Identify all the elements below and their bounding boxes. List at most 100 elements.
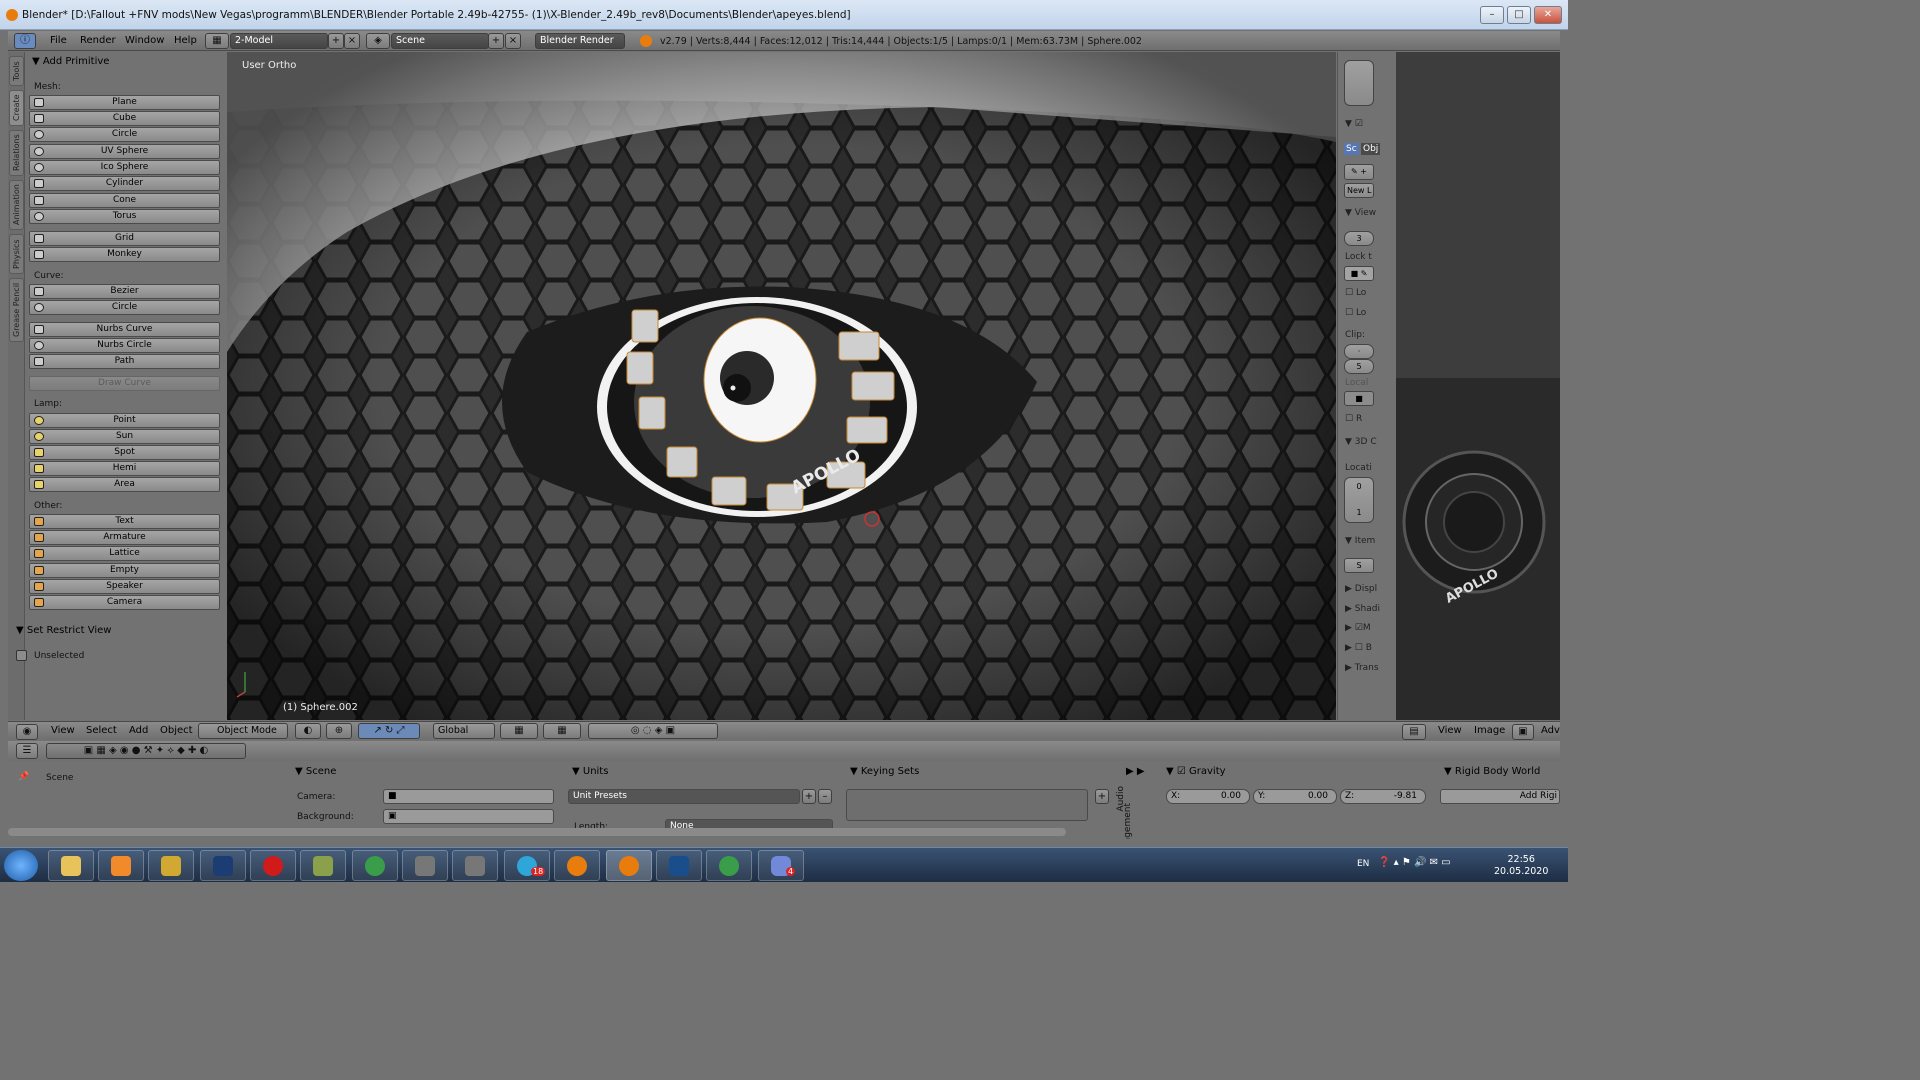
add-speaker-button[interactable]: Speaker bbox=[29, 579, 220, 594]
add-path-button[interactable]: Path bbox=[29, 354, 220, 369]
add-lattice-button[interactable]: Lattice bbox=[29, 546, 220, 561]
image-menu-view[interactable]: View bbox=[1438, 725, 1462, 736]
pin-icon[interactable]: 📌 bbox=[18, 772, 29, 782]
clip-end-field[interactable]: 5 bbox=[1344, 359, 1374, 374]
blender-task[interactable] bbox=[554, 850, 600, 881]
clip-start-field[interactable]: · bbox=[1344, 344, 1374, 359]
add-spot-lamp-button[interactable]: Spot bbox=[29, 445, 220, 460]
add-point-lamp-button[interactable]: Point bbox=[29, 413, 220, 428]
orientation-select[interactable]: Global bbox=[433, 723, 495, 739]
tray-icons[interactable]: ❓ ▴ ⚑ 🔊 ✉ ▭ bbox=[1378, 857, 1451, 868]
shading-icon[interactable]: ◐ bbox=[295, 723, 321, 739]
telegram-task[interactable] bbox=[504, 850, 550, 881]
camera-field[interactable]: ■ bbox=[383, 789, 554, 804]
clock[interactable]: 22:56 20.05.2020 bbox=[1494, 854, 1548, 878]
restrict-view-header[interactable]: ▼ Set Restrict View bbox=[16, 625, 111, 636]
menu-help[interactable]: Help bbox=[174, 35, 197, 46]
menu-view[interactable]: View bbox=[51, 725, 75, 736]
add-nurbs-curve-button[interactable]: Nurbs Curve bbox=[29, 322, 220, 337]
add-bezier-button[interactable]: Bezier bbox=[29, 284, 220, 299]
unit-presets-select[interactable]: Unit Presets bbox=[568, 789, 800, 804]
shading-section[interactable]: ▶ Shadi bbox=[1345, 604, 1380, 614]
media-player-task[interactable] bbox=[98, 850, 144, 881]
tab-tools[interactable]: Tools bbox=[9, 56, 24, 86]
unselected-checkbox[interactable] bbox=[16, 650, 27, 661]
item-section[interactable]: ▼ Item bbox=[1345, 536, 1375, 546]
keying-sets-header[interactable]: ▼ Keying Sets bbox=[850, 766, 919, 777]
layout-add-icon[interactable]: + bbox=[328, 33, 344, 49]
image-browse-icon[interactable]: ▣ bbox=[1512, 724, 1534, 740]
display-section[interactable]: ▶ Displ bbox=[1345, 584, 1377, 594]
draw-icon[interactable]: ✎ + bbox=[1344, 164, 1374, 180]
local-camera-field[interactable]: ■ bbox=[1344, 391, 1374, 406]
object-toggle[interactable]: Obj bbox=[1361, 143, 1381, 155]
add-rigid-body-button[interactable]: Add Rigi bbox=[1440, 789, 1560, 804]
scene-toggle[interactable]: Sc bbox=[1344, 143, 1359, 155]
scene-add-icon[interactable]: + bbox=[488, 33, 504, 49]
minimize-button[interactable]: – bbox=[1480, 6, 1504, 24]
add-sun-lamp-button[interactable]: Sun bbox=[29, 429, 220, 444]
explorer-task[interactable] bbox=[48, 850, 94, 881]
add-uv-sphere-button[interactable]: UV Sphere bbox=[29, 144, 220, 159]
layers-icon[interactable]: ▦ bbox=[500, 723, 538, 739]
lock-camera-check[interactable]: ☐ Lo bbox=[1345, 308, 1366, 318]
gravity-x-field[interactable]: X: 0.00 bbox=[1166, 789, 1250, 804]
3d-cursor-section[interactable]: ▼ 3D C bbox=[1345, 437, 1377, 447]
gravity-header[interactable]: ▼ ☑ Gravity bbox=[1166, 766, 1226, 777]
add-nurbs-circle-button[interactable]: Nurbs Circle bbox=[29, 338, 220, 353]
lock-object-icon[interactable]: ■ ✎ bbox=[1344, 266, 1374, 281]
properties-editor-icon[interactable]: ☰ bbox=[16, 743, 38, 759]
unit-preset-add-icon[interactable]: + bbox=[802, 789, 816, 804]
tab-grease-pencil[interactable]: Grease Pencil bbox=[9, 278, 24, 342]
add-cylinder-button[interactable]: Cylinder bbox=[29, 176, 220, 191]
add-plane-button[interactable]: Plane bbox=[29, 95, 220, 110]
add-grid-button[interactable]: Grid bbox=[29, 231, 220, 246]
menu-object[interactable]: Object bbox=[160, 725, 193, 736]
new-layer-button[interactable]: New L bbox=[1344, 183, 1374, 198]
add-armature-button[interactable]: Armature bbox=[29, 530, 220, 545]
manipulator-icons[interactable]: ↗ ↻ ⤢ bbox=[358, 723, 420, 739]
background-section[interactable]: ▶ ☐ B bbox=[1345, 643, 1372, 653]
image-editor[interactable]: APOLLO bbox=[1396, 52, 1560, 720]
menu-add[interactable]: Add bbox=[129, 725, 148, 736]
view-section[interactable]: ▼ View bbox=[1345, 208, 1376, 218]
lock-cursor-check[interactable]: ☐ Lo bbox=[1345, 288, 1366, 298]
add-cone-button[interactable]: Cone bbox=[29, 193, 220, 208]
properties-scrollbar[interactable] bbox=[8, 828, 1066, 836]
scene-remove-icon[interactable]: × bbox=[505, 33, 521, 49]
add-area-lamp-button[interactable]: Area bbox=[29, 477, 220, 492]
app-task-3[interactable] bbox=[148, 850, 194, 881]
discord-task[interactable] bbox=[758, 850, 804, 881]
add-circle-button[interactable]: Circle bbox=[29, 127, 220, 142]
opera-task[interactable] bbox=[250, 850, 296, 881]
add-monkey-button[interactable]: Monkey bbox=[29, 247, 220, 262]
scene-panel-header[interactable]: ▼ Scene bbox=[295, 766, 336, 777]
menu-select[interactable]: Select bbox=[86, 725, 117, 736]
chrome-task-2[interactable] bbox=[706, 850, 752, 881]
scene-icon[interactable]: ◈ bbox=[366, 33, 390, 49]
add-cube-button[interactable]: Cube bbox=[29, 111, 220, 126]
snap-icons[interactable]: ◎ ◌ ◈ ▣ bbox=[588, 723, 718, 739]
chrome-task[interactable] bbox=[352, 850, 398, 881]
add-camera-button[interactable]: Camera bbox=[29, 595, 220, 610]
info-editor-icon[interactable]: ⓘ bbox=[14, 33, 36, 49]
motion-section[interactable]: ▶ ☑M bbox=[1345, 623, 1371, 633]
keying-add-icon[interactable]: + bbox=[1095, 789, 1109, 804]
3d-viewport[interactable]: APOLLO User Ortho (1) Sphere.002 bbox=[227, 52, 1336, 720]
item-name-field[interactable]: S bbox=[1344, 558, 1374, 573]
layout-remove-icon[interactable]: × bbox=[344, 33, 360, 49]
grease-check[interactable]: ▼ ☑ bbox=[1345, 119, 1363, 129]
layers2-icon[interactable]: ▦ bbox=[543, 723, 581, 739]
add-curve-circle-button[interactable]: Circle bbox=[29, 300, 220, 315]
film-task[interactable] bbox=[402, 850, 448, 881]
tab-physics[interactable]: Physics bbox=[9, 234, 24, 274]
photoshop-task[interactable] bbox=[200, 850, 246, 881]
add-text-button[interactable]: Text bbox=[29, 514, 220, 529]
add-ico-sphere-button[interactable]: Ico Sphere bbox=[29, 160, 220, 175]
gravity-y-field[interactable]: Y: 0.00 bbox=[1253, 789, 1337, 804]
language-indicator[interactable]: EN bbox=[1357, 859, 1369, 869]
blender-task-2[interactable] bbox=[606, 850, 652, 881]
app-task-6[interactable] bbox=[300, 850, 346, 881]
render-engine-select[interactable]: Blender Render bbox=[535, 33, 625, 49]
layout-icon[interactable]: ▦ bbox=[205, 33, 229, 49]
